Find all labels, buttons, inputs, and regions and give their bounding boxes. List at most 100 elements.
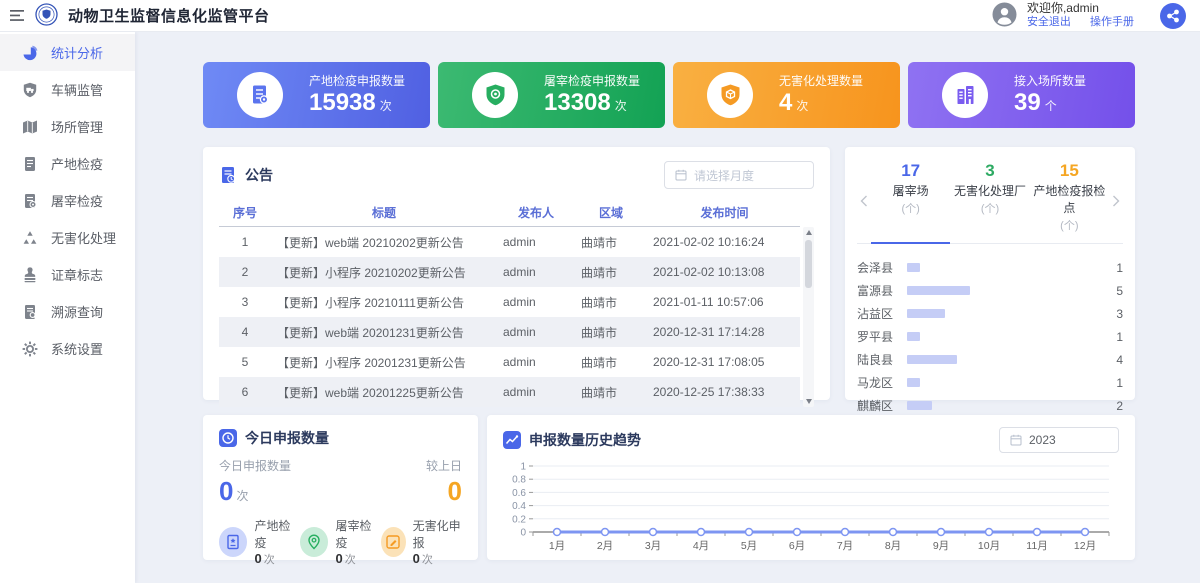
svg-text:0.6: 0.6 bbox=[512, 488, 526, 499]
bar-row: 会泽县 1 bbox=[857, 256, 1123, 279]
tab-slaughterhouses[interactable]: 17 屠宰场 (个) bbox=[871, 159, 950, 244]
table-row[interactable]: 2【更新】小程序 20210202更新公告admin曲靖市2021-02-02 … bbox=[219, 257, 800, 287]
chevron-right-icon[interactable] bbox=[1109, 159, 1123, 243]
mini-stat-origin-quarantine: 产地检疫 0次 bbox=[219, 517, 300, 567]
bar-category-label: 陆良县 bbox=[857, 351, 903, 368]
year-picker[interactable]: 2023 bbox=[999, 427, 1119, 453]
announcements-panel: 公告 请选择月度 序号 标题 发布人 区域 发布时间 bbox=[203, 147, 830, 400]
stat-card-slaughter-quarantine: 屠宰检疫申报数量 13308次 bbox=[438, 62, 665, 128]
share-button[interactable] bbox=[1160, 3, 1186, 29]
tab-harmless-plants[interactable]: 3 无害化处理厂 (个) bbox=[950, 159, 1029, 243]
announcements-table: 序号 标题 发布人 区域 发布时间 1【更新】web端 20210202更新公告… bbox=[219, 199, 814, 407]
clipboard-icon bbox=[22, 193, 38, 209]
gear-icon bbox=[22, 341, 38, 357]
svg-text:0.4: 0.4 bbox=[512, 501, 526, 512]
manual-link[interactable]: 操作手册 bbox=[1090, 16, 1134, 28]
welcome-text: 欢迎你,admin bbox=[1027, 1, 1150, 16]
table-row[interactable]: 1【更新】web端 20210202更新公告admin曲靖市2021-02-02… bbox=[219, 227, 800, 257]
stat-card-label: 产地检疫申报数量 bbox=[309, 72, 405, 89]
sidebar-item-slaughter-quarantine[interactable]: 屠宰检疫 bbox=[0, 182, 135, 219]
document-icon bbox=[22, 156, 38, 172]
svg-text:7月: 7月 bbox=[837, 540, 853, 552]
table-row[interactable]: 5【更新】小程序 20201231更新公告admin曲靖市2020-12-31 … bbox=[219, 347, 800, 377]
map-icon bbox=[22, 119, 38, 135]
bar-row: 富源县5 bbox=[857, 279, 1123, 302]
bar-category-label: 麒麟区 bbox=[857, 397, 903, 414]
places-stats-panel: 17 屠宰场 (个) 3 无害化处理厂 (个) 15 产地检疫报检点 (个) bbox=[845, 147, 1135, 400]
scrollbar-thumb[interactable] bbox=[805, 240, 812, 288]
bar-row: 罗平县 1 bbox=[857, 325, 1123, 348]
sidebar-item-origin-quarantine[interactable]: 产地检疫 bbox=[0, 145, 135, 182]
svg-text:0.8: 0.8 bbox=[512, 475, 526, 486]
month-picker-placeholder: 请选择月度 bbox=[694, 167, 754, 184]
bar-value: 2 bbox=[1105, 399, 1123, 413]
scroll-up-arrow[interactable] bbox=[803, 227, 814, 238]
line-chart-icon bbox=[503, 431, 521, 449]
bar-value: 5 bbox=[1105, 284, 1123, 298]
bar-value: 1 bbox=[1105, 376, 1123, 390]
svg-text:8月: 8月 bbox=[885, 540, 901, 552]
scroll-down-arrow[interactable] bbox=[803, 396, 814, 407]
sidebar-item-places[interactable]: 场所管理 bbox=[0, 108, 135, 145]
stat-card-origin-quarantine: 产地检疫申报数量 15938次 bbox=[203, 62, 430, 128]
sidebar-item-certificates[interactable]: 证章标志 bbox=[0, 256, 135, 293]
bar-value: 1 bbox=[1105, 330, 1123, 344]
sidebar: 统计分析 车辆监管 场所管理 产地检疫 屠宰检疫 bbox=[0, 32, 135, 583]
sidebar-item-system-settings[interactable]: 系统设置 bbox=[0, 330, 135, 367]
stat-card-label: 屠宰检疫申报数量 bbox=[544, 72, 640, 89]
bar-fill bbox=[907, 401, 932, 410]
page-title: 动物卫生监督信息化监管平台 bbox=[68, 5, 270, 26]
bar-category-label: 罗平县 bbox=[857, 328, 903, 345]
stat-card-connected-places: 接入场所数量 39个 bbox=[908, 62, 1135, 128]
certificate-icon bbox=[225, 534, 241, 550]
sidebar-item-vehicle[interactable]: 车辆监管 bbox=[0, 71, 135, 108]
bar-value: 4 bbox=[1105, 353, 1123, 367]
sidebar-item-trace-query[interactable]: 溯源查询 bbox=[0, 293, 135, 330]
stat-card-label: 无害化处理数量 bbox=[779, 72, 863, 89]
svg-text:10月: 10月 bbox=[978, 540, 1000, 552]
stat-card-value: 15938 bbox=[309, 89, 376, 116]
stat-card-value: 39 bbox=[1014, 89, 1041, 116]
bar-row: 沾益区3 bbox=[857, 302, 1123, 325]
compare-label: 较上日 bbox=[426, 457, 462, 474]
table-header-row: 序号 标题 发布人 区域 发布时间 bbox=[219, 199, 800, 227]
bar-category-label: 会泽县 bbox=[857, 259, 903, 276]
chevron-left-icon[interactable] bbox=[857, 159, 871, 243]
sidebar-item-statistics[interactable]: 统计分析 bbox=[0, 34, 135, 71]
bar-row: 麒麟区 2 bbox=[857, 394, 1123, 417]
svg-text:4月: 4月 bbox=[693, 540, 709, 552]
bar-category-label: 马龙区 bbox=[857, 374, 903, 391]
table-row[interactable]: 4【更新】web端 20201231更新公告admin曲靖市2020-12-31… bbox=[219, 317, 800, 347]
table-scrollbar[interactable] bbox=[803, 227, 814, 407]
buildings-icon bbox=[953, 83, 978, 108]
svg-text:0.2: 0.2 bbox=[512, 514, 526, 525]
svg-text:1: 1 bbox=[520, 462, 526, 473]
bar-fill bbox=[907, 286, 970, 295]
bar-value: 1 bbox=[1105, 261, 1123, 275]
vehicle-shield-icon bbox=[22, 82, 38, 98]
share-icon bbox=[1166, 9, 1180, 23]
tab-inspection-points[interactable]: 15 产地检疫报检点 (个) bbox=[1030, 159, 1109, 243]
month-picker[interactable]: 请选择月度 bbox=[664, 161, 814, 189]
svg-text:2月: 2月 bbox=[597, 540, 613, 552]
today-count-value: 0 bbox=[219, 476, 233, 506]
hamburger-menu-icon[interactable] bbox=[10, 8, 25, 23]
stat-card-value: 13308 bbox=[544, 89, 611, 116]
logout-link[interactable]: 安全退出 bbox=[1027, 16, 1071, 28]
announcements-title: 公告 bbox=[245, 165, 273, 185]
mini-stat-slaughter-quarantine: 屠宰检疫 0次 bbox=[300, 517, 381, 567]
mini-stat-harmless-declaration: 无害化申报 0次 bbox=[381, 517, 462, 567]
announcement-icon bbox=[219, 166, 237, 184]
main-content: 产地检疫申报数量 15938次 屠宰检疫申报数量 13308次 bbox=[135, 32, 1200, 583]
shield-check-icon bbox=[483, 83, 508, 108]
table-row[interactable]: 3【更新】小程序 20210111更新公告admin曲靖市2021-01-11 … bbox=[219, 287, 800, 317]
avatar bbox=[992, 2, 1017, 30]
trace-search-icon bbox=[22, 304, 38, 320]
sidebar-item-harmless-treatment[interactable]: 无害化处理 bbox=[0, 219, 135, 256]
shield-box-icon bbox=[718, 83, 743, 108]
calendar-icon bbox=[1010, 434, 1022, 446]
bar-fill bbox=[907, 332, 920, 341]
table-row[interactable]: 6【更新】web端 20201225更新公告admin曲靖市2020-12-25… bbox=[219, 377, 800, 407]
svg-text:9月: 9月 bbox=[933, 540, 949, 552]
stamp-icon bbox=[22, 267, 38, 283]
